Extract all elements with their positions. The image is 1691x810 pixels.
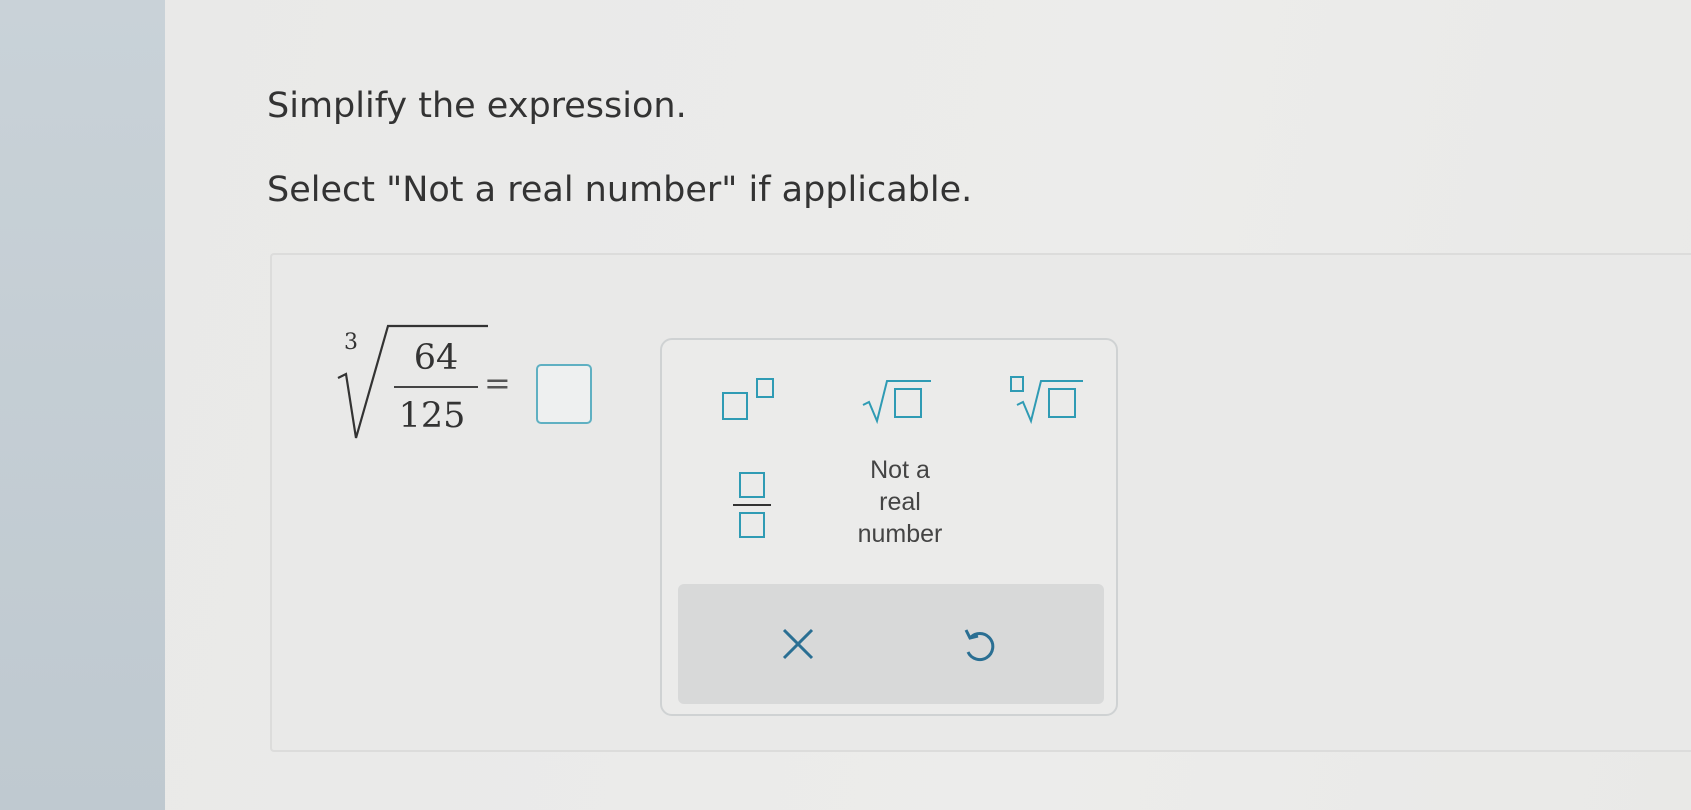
keypad-action-bar <box>678 584 1104 704</box>
not-real-label-line3: number <box>857 520 943 548</box>
close-icon <box>782 628 814 660</box>
question-instruction: Simplify the expression. <box>267 86 687 126</box>
left-background-strip <box>0 0 175 810</box>
undo-button[interactable] <box>918 604 1038 684</box>
fraction-template-icon <box>733 472 771 538</box>
square-root-button[interactable] <box>852 370 942 430</box>
question-hint: Select "Not a real number" if applicable… <box>267 170 973 210</box>
answer-input[interactable] <box>536 364 592 424</box>
fraction-button[interactable] <box>712 460 792 550</box>
not-real-label-line1: Not a <box>870 456 930 484</box>
square-root-template-icon <box>862 380 931 425</box>
fraction-bar <box>394 386 478 388</box>
nth-root-button[interactable] <box>1002 370 1092 430</box>
undo-icon <box>964 629 995 662</box>
fraction-denominator: 125 <box>398 396 466 436</box>
fraction-numerator: 64 <box>413 338 459 378</box>
not-a-real-number-button[interactable]: Not a real number <box>830 452 970 552</box>
exponent-template-icon <box>722 378 774 420</box>
exponent-button[interactable] <box>712 370 792 430</box>
root-index: 3 <box>344 330 358 355</box>
equals-sign: = <box>484 364 511 402</box>
nth-root-template-icon <box>1010 376 1083 425</box>
not-real-label-line2: real <box>879 488 921 516</box>
clear-button[interactable] <box>738 604 858 684</box>
math-keypad: Not a real number <box>660 338 1118 716</box>
